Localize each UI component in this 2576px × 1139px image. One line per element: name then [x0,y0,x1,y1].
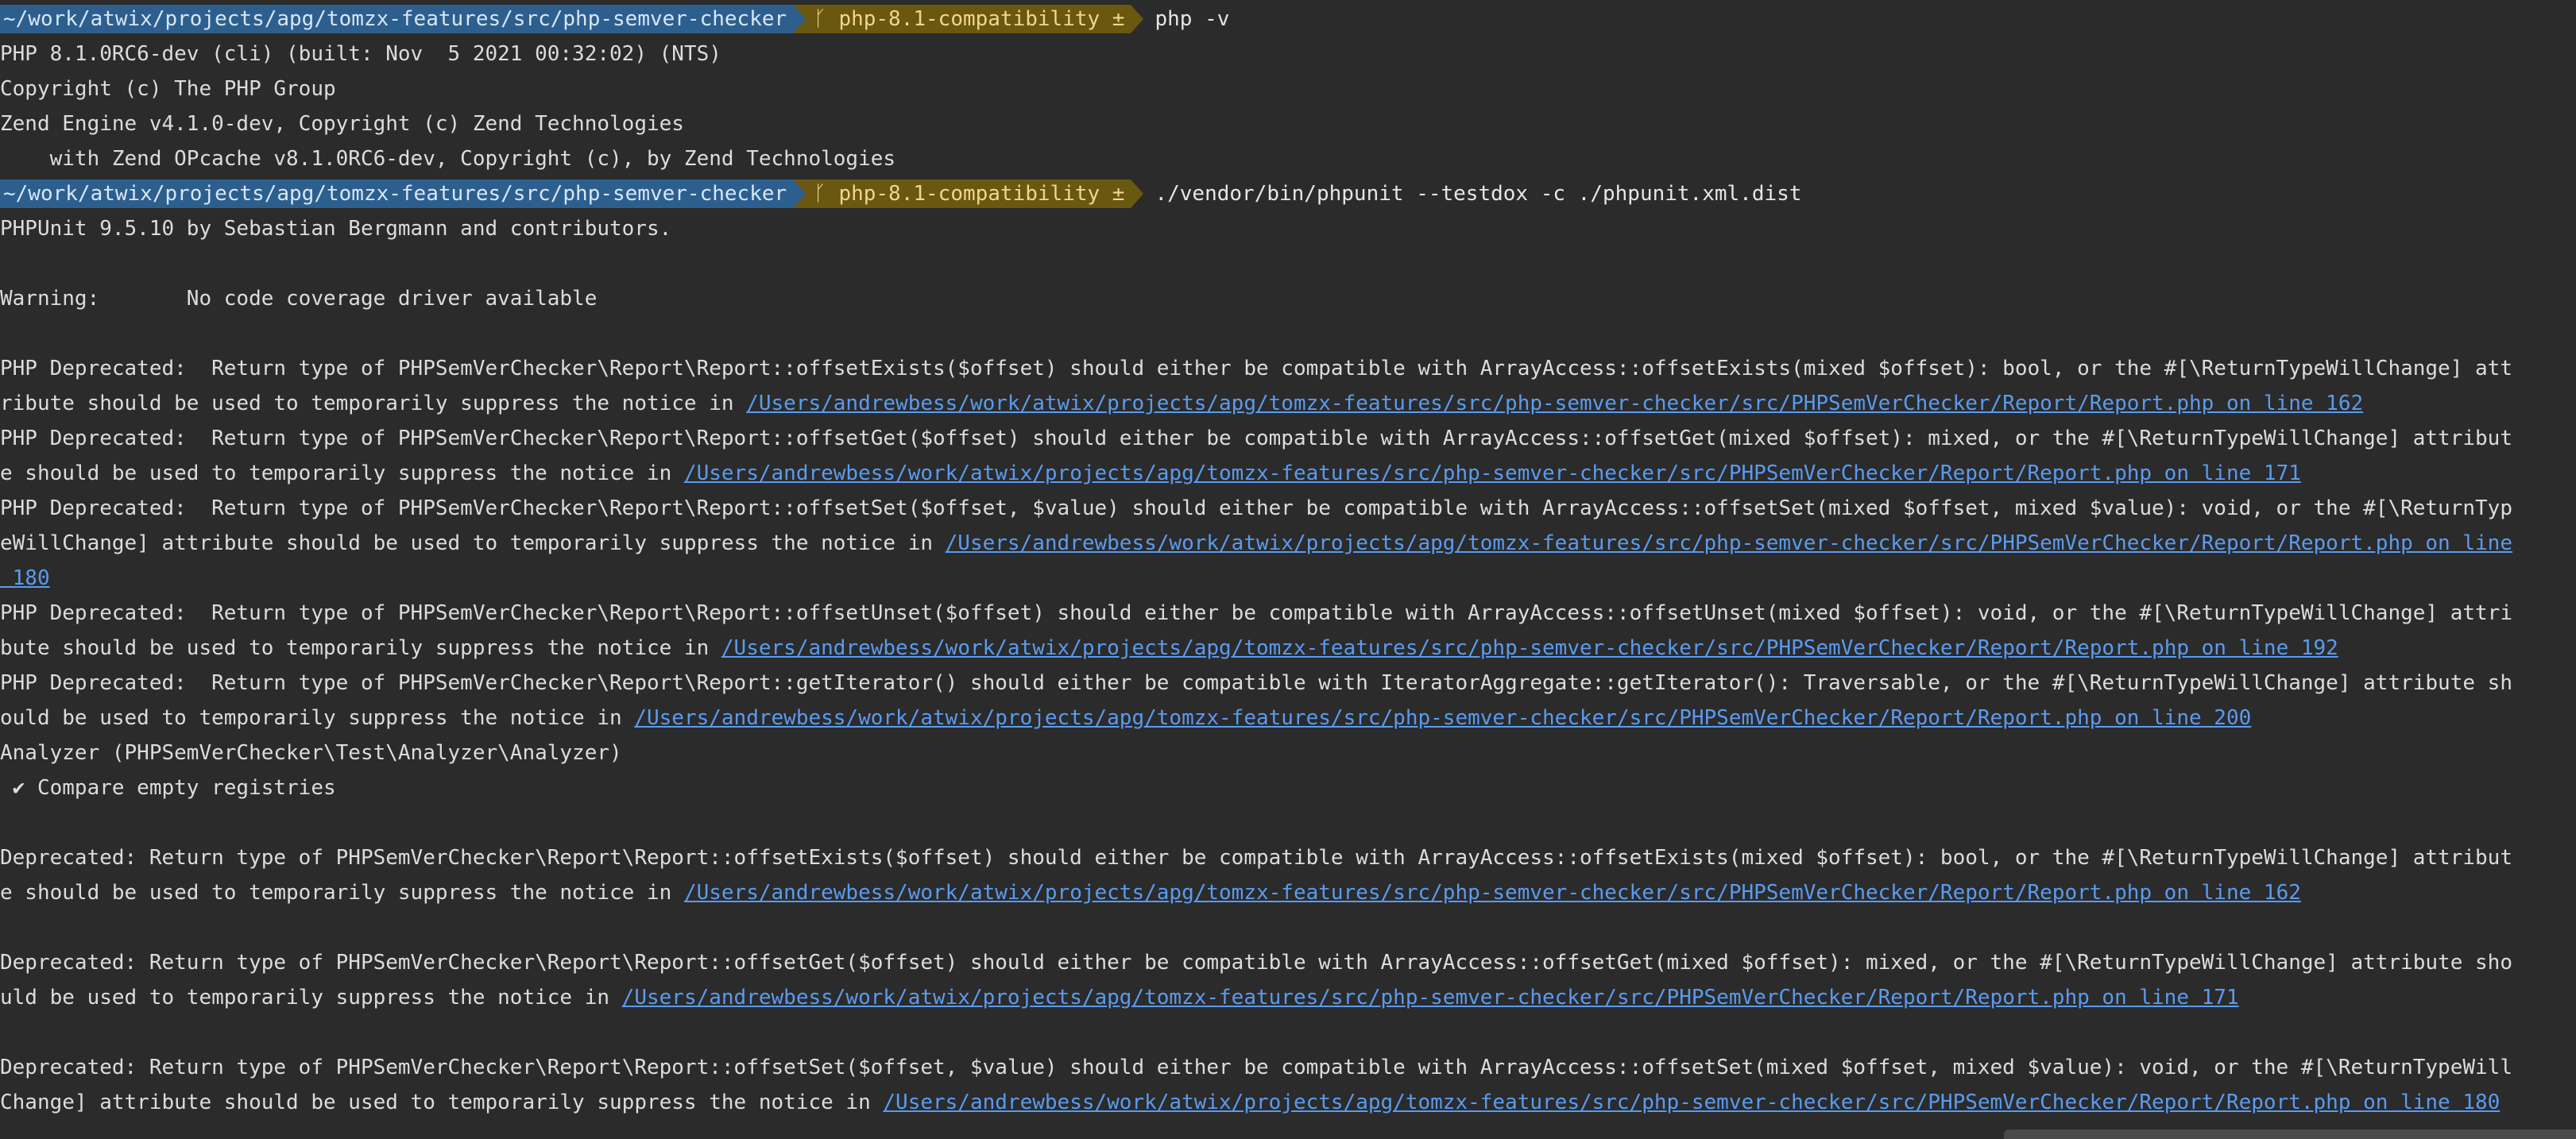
test-result-pass: ✔ Compare empty registries [0,776,336,800]
warning-line: Warning: No code coverage driver availab… [0,287,598,311]
deprecation-line: Deprecated: Return type of PHPSemVerChec… [0,846,2512,870]
file-link[interactable]: /Users/andrewbess/work/atwix/projects/ap… [684,461,2301,485]
deprecation-line: ribute should be used to temporarily sup… [0,392,2364,415]
branch-icon: ᚴ [814,7,839,31]
file-link[interactable]: /Users/andrewbess/work/atwix/projects/ap… [721,636,2338,660]
prompt-path: ~/work/atwix/projects/apg/tomzx-features… [0,5,794,33]
file-link[interactable]: 180 [0,566,50,590]
shell-prompt: ~/work/atwix/projects/apg/tomzx-features… [0,2,2576,37]
deprecation-line: PHP Deprecated: Return type of PHPSemVer… [0,671,2512,695]
deprecation-line: eWillChange] attribute should be used to… [0,531,2512,555]
deprecation-line: bute should be used to temporarily suppr… [0,636,2338,660]
prompt-separator-icon [1131,180,1144,208]
output-line: with Zend OPcache v8.1.0RC6-dev, Copyrig… [0,147,896,171]
test-suite-name: Analyzer (PHPSemVerChecker\Test\Analyzer… [0,741,622,765]
file-link[interactable]: /Users/andrewbess/work/atwix/projects/ap… [946,531,2512,555]
output-line: Copyright (c) The PHP Group [0,77,336,101]
output-line: PHP 8.1.0RC6-dev (cli) (built: Nov 5 202… [0,42,721,66]
deprecation-line: PHP Deprecated: Return type of PHPSemVer… [0,601,2512,625]
deprecation-line: Deprecated: Return type of PHPSemVerChec… [0,951,2512,975]
file-link[interactable]: /Users/andrewbess/work/atwix/projects/ap… [684,881,2301,905]
prompt-git-branch: ᚴ php-8.1-compatibility ± [806,180,1131,208]
file-link[interactable]: /Users/andrewbess/work/atwix/projects/ap… [634,706,2251,730]
deprecation-line: Deprecated: Return type of PHPSemVerChec… [0,1056,2512,1079]
command-text: ./vendor/bin/phpunit --testdox -c ./phpu… [1155,182,1802,206]
prompt-path: ~/work/atwix/projects/apg/tomzx-features… [0,180,794,208]
file-link[interactable]: /Users/andrewbess/work/atwix/projects/ap… [883,1091,2500,1114]
deprecation-line: e should be used to temporarily suppress… [0,461,2301,485]
deprecation-line: PHP Deprecated: Return type of PHPSemVer… [0,357,2512,380]
deprecation-line: Change] attribute should be used to temp… [0,1091,2501,1114]
shell-prompt: ~/work/atwix/projects/apg/tomzx-features… [0,176,2576,211]
deprecation-line: e should be used to temporarily suppress… [0,881,2301,905]
output-line: Zend Engine v4.1.0-dev, Copyright (c) Ze… [0,112,684,136]
deprecation-line: uld be used to temporarily suppress the … [0,986,2239,1010]
output-line: PHPUnit 9.5.10 by Sebastian Bergmann and… [0,217,672,241]
prompt-git-branch: ᚴ php-8.1-compatibility ± [806,5,1131,33]
prompt-separator-icon [793,5,806,33]
file-link[interactable]: /Users/andrewbess/work/atwix/projects/ap… [746,392,2363,415]
file-link[interactable]: /Users/andrewbess/work/atwix/projects/ap… [622,986,2239,1010]
deprecation-line: PHP Deprecated: Return type of PHPSemVer… [0,427,2512,450]
deprecation-line: PHP Deprecated: Return type of PHPSemVer… [0,496,2512,520]
horizontal-scrollbar[interactable] [2004,1129,2576,1139]
prompt-separator-icon [793,180,806,208]
command-text: php -v [1155,7,1230,31]
branch-icon: ᚴ [814,182,839,206]
deprecation-line: ould be used to temporarily suppress the… [0,706,2252,730]
prompt-separator-icon [1131,5,1144,33]
deprecation-line: 180 [0,561,2576,596]
terminal-window[interactable]: ~/work/atwix/projects/apg/tomzx-features… [0,0,2576,1139]
